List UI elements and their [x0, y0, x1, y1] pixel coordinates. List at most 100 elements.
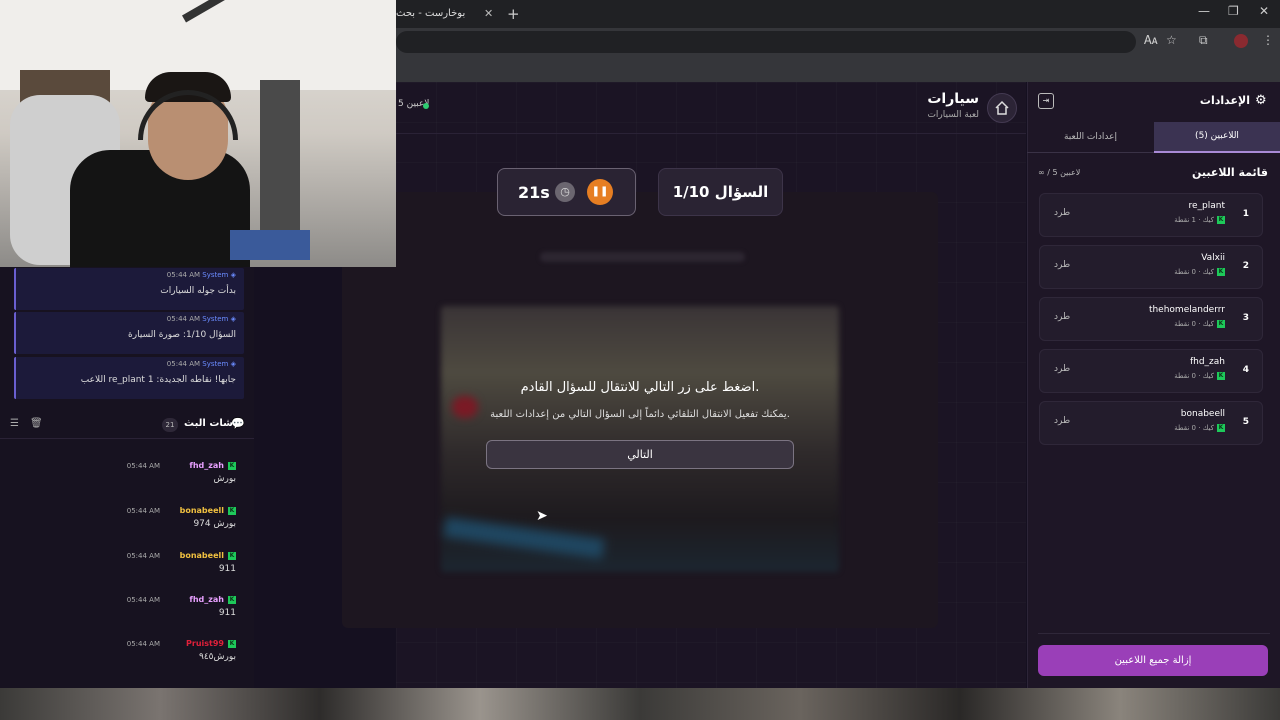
- message-time: 05:44 AM: [126, 552, 160, 560]
- next-button[interactable]: التالي: [486, 440, 794, 469]
- system-message: 05:44 AM System ◈ السؤال 1/10: صورة السيا…: [14, 312, 244, 354]
- system-badge-icon: ◈: [230, 271, 236, 279]
- system-message-meta: 05:44 AM System ◈: [167, 360, 236, 368]
- chat-username[interactable]: fhd_zah: [189, 595, 224, 604]
- clock-icon: ◷: [555, 182, 575, 202]
- player-score: كيك · 0 نقطة: [1174, 320, 1214, 328]
- player-score: كيك · 1 نقطة: [1174, 216, 1214, 224]
- player-rank: 2: [1242, 261, 1249, 271]
- filter-icon[interactable]: ☰: [10, 418, 19, 429]
- minimize-icon[interactable]: —: [1198, 4, 1210, 18]
- kick-badge-icon: K: [1217, 372, 1225, 380]
- translate-icon[interactable]: 🗛: [1144, 33, 1158, 48]
- player-score: كيك · 0 نقطة: [1174, 372, 1214, 380]
- player-name: bonabeell: [1180, 409, 1225, 419]
- blurred-question-text: [540, 252, 745, 262]
- webcam-overlay: [0, 0, 396, 267]
- chat-message-text: 911: [218, 608, 236, 618]
- gear-icon: ⚙: [1255, 93, 1267, 108]
- chat-message: Kbonabeell 05:44 AM بورش 974: [0, 503, 240, 543]
- player-meta: كيك · 0 نقطة K: [1174, 268, 1225, 276]
- background-crowd-image: [0, 688, 1280, 720]
- message-time: 05:44 AM: [126, 462, 160, 470]
- mouse-cursor-icon: ➤: [536, 508, 548, 524]
- player-name: Valxii: [1201, 253, 1225, 263]
- chat-username[interactable]: Pruist99: [186, 639, 224, 648]
- players-limit: ∞ / 5 لاعبين: [1038, 168, 1081, 177]
- home-icon: [995, 100, 1009, 115]
- chat-title: شات البث: [184, 418, 233, 429]
- online-indicator: [423, 103, 429, 109]
- tab-close-icon[interactable]: ✕: [484, 2, 493, 26]
- chat-message-text: بورش 974: [193, 519, 236, 529]
- kick-badge-icon: K: [228, 596, 236, 604]
- kick-badge-icon: K: [228, 462, 236, 470]
- system-message-text: بدأت جوله السيارات: [160, 286, 236, 296]
- kick-player-button[interactable]: طرد: [1054, 208, 1070, 218]
- extensions-icon[interactable]: ⧉: [1199, 33, 1208, 48]
- kick-player-button[interactable]: طرد: [1054, 416, 1070, 426]
- message-time: 05:44 AM: [166, 360, 201, 368]
- chat-username[interactable]: bonabeell: [180, 551, 224, 560]
- player-card: 2 Valxii كيك · 0 نقطة K طرد: [1039, 245, 1263, 289]
- chat-message-text: بورش: [213, 474, 237, 484]
- browser-tab[interactable]: بوخارست - بحث Google: [390, 2, 498, 43]
- player-meta: كيك · 0 نقطة K: [1174, 372, 1225, 380]
- system-message-meta: 05:44 AM System ◈: [167, 315, 236, 323]
- player-score: كيك · 0 نقطة: [1174, 424, 1214, 432]
- player-card: 4 fhd_zah كيك · 0 نقطة K طرد: [1039, 349, 1263, 393]
- player-meta: كيك · 0 نقطة K: [1174, 320, 1225, 328]
- kick-player-button[interactable]: طرد: [1054, 260, 1070, 270]
- player-card: 1 re_plant كيك · 1 نقطة K طرد: [1039, 193, 1263, 237]
- system-message: 05:44 AM System ◈ بدأت جوله السيارات: [14, 268, 244, 310]
- player-card: 3 thehomelanderrr كيك · 0 نقطة K طرد: [1039, 297, 1263, 341]
- chat-username[interactable]: bonabeell: [180, 506, 224, 515]
- trash-icon[interactable]: 🗑: [30, 418, 43, 429]
- collapse-panel-icon[interactable]: ⇥: [1038, 93, 1054, 109]
- pause-button[interactable]: ❚❚: [587, 179, 613, 205]
- message-time: 05:44 AM: [166, 271, 201, 279]
- remove-all-players-button[interactable]: إزالة جميع اللاعبين: [1038, 645, 1268, 676]
- new-tab-icon[interactable]: +: [507, 2, 520, 26]
- player-meta: كيك · 0 نقطة K: [1174, 424, 1225, 432]
- kick-badge-icon: K: [228, 640, 236, 648]
- next-instruction: اضغط على زر التالي للانتقال للسؤال القاد…: [520, 380, 760, 395]
- player-rank: 1: [1242, 209, 1249, 219]
- player-name: fhd_zah: [1189, 357, 1225, 367]
- restore-icon[interactable]: ❐: [1228, 4, 1239, 18]
- player-rank: 3: [1242, 313, 1249, 323]
- window-close-icon[interactable]: ✕: [1259, 4, 1269, 18]
- chat-message: Kfhd_zah 05:44 AM 911: [0, 592, 240, 632]
- system-username: System: [202, 360, 229, 368]
- system-message-text: السؤال 1/10: صورة السيارة: [128, 330, 236, 340]
- kick-badge-icon: K: [228, 507, 236, 515]
- chat-count-badge: 21: [162, 418, 178, 432]
- message-time: 05:44 AM: [126, 640, 160, 648]
- system-message-meta: 05:44 AM System ◈: [167, 271, 236, 279]
- chat-message-text: بورش٩٤٥: [198, 652, 236, 662]
- players-list-title: قائمة اللاعبين: [1192, 166, 1268, 179]
- tab-game-settings[interactable]: إعدادات اللعبة: [1027, 122, 1154, 153]
- kick-badge-icon: K: [1217, 216, 1225, 224]
- tab-players[interactable]: اللاعبين (5): [1154, 122, 1280, 153]
- message-time: 05:44 AM: [126, 596, 160, 604]
- bookmark-star-icon[interactable]: ☆: [1166, 33, 1177, 47]
- kick-player-button[interactable]: طرد: [1054, 312, 1070, 322]
- browser-menu-icon[interactable]: ⋮: [1262, 33, 1274, 47]
- player-rank: 4: [1242, 365, 1249, 375]
- chat-message: K Pruist99 05:44 AM بورش٩٤٥: [0, 636, 240, 676]
- system-badge-icon: ◈: [230, 315, 236, 323]
- chat-username[interactable]: fhd_zah: [189, 461, 224, 470]
- home-button[interactable]: [987, 93, 1017, 123]
- system-message: 05:44 AM System ◈ اللاعب re_plant جابها! …: [14, 357, 244, 399]
- player-name: thehomelanderrr: [1148, 305, 1225, 315]
- address-bar[interactable]: [396, 31, 1136, 53]
- question-counter: السؤال 1/10: [658, 168, 783, 216]
- system-username: System: [202, 271, 229, 279]
- profile-avatar[interactable]: [1234, 34, 1248, 48]
- settings-title: الإعدادات: [1199, 94, 1250, 107]
- kick-player-button[interactable]: طرد: [1054, 364, 1070, 374]
- chat-message: Kbonabeell 05:44 AM 911: [0, 548, 240, 588]
- system-badge-icon: ◈: [230, 360, 236, 368]
- system-message-text: اللاعب re_plant جابها! نقاطه الجديدة: 1: [80, 375, 236, 385]
